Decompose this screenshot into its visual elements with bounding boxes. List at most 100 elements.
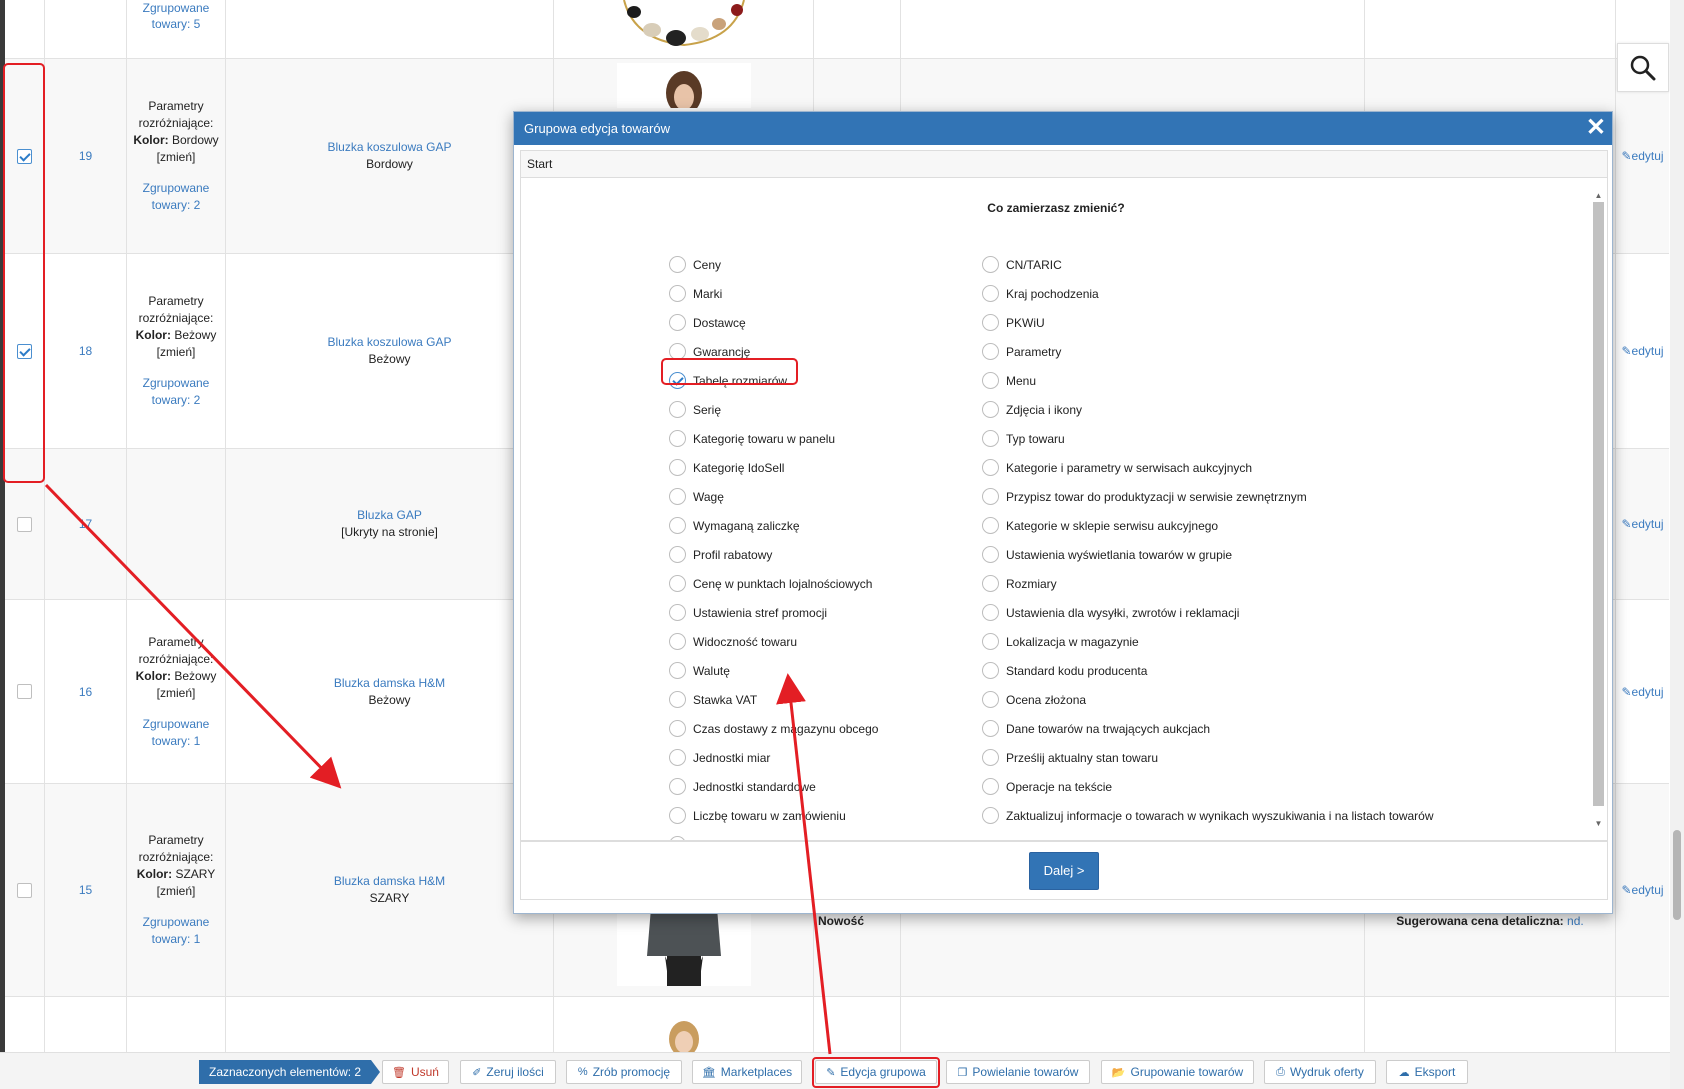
modal-scrollbar[interactable]: ▲ ▼ <box>1592 190 1605 830</box>
radio-button[interactable] <box>669 314 686 331</box>
print-offer-button[interactable]: ⎙ Wydruk oferty <box>1264 1060 1376 1084</box>
option-item[interactable]: Wymaganą zaliczkę <box>669 511 878 540</box>
radio-button[interactable] <box>669 430 686 447</box>
option-item[interactable]: Operacje na tekście <box>982 772 1434 801</box>
row-checkbox[interactable] <box>17 516 32 532</box>
create-promotion-button[interactable]: % Zrób promocję <box>566 1060 682 1084</box>
radio-button[interactable] <box>982 546 999 563</box>
page-scrollbar[interactable] <box>1670 0 1684 1089</box>
suggested-price-value[interactable]: nd. <box>1567 914 1584 928</box>
option-item[interactable]: Dostawcę <box>669 308 878 337</box>
radio-button[interactable] <box>982 430 999 447</box>
product-id-link[interactable]: 17 <box>79 517 92 531</box>
option-item[interactable]: Kategorię IdoSell <box>669 453 878 482</box>
export-button[interactable]: ☁ Eksport <box>1386 1060 1468 1084</box>
option-item[interactable]: Dane towarów na trwających aukcjach <box>982 714 1434 743</box>
scroll-up-icon[interactable]: ▲ <box>1592 190 1605 202</box>
product-name-link[interactable]: Bluzka koszulowa GAP <box>327 139 451 156</box>
option-item[interactable]: Sumowanie towaru w koszyku <box>669 830 878 840</box>
close-icon[interactable]: ✕ <box>1586 115 1606 141</box>
grouped-link[interactable]: Zgrupowane towary: 1 <box>141 914 211 948</box>
radio-button[interactable] <box>982 372 999 389</box>
radio-button[interactable] <box>982 285 999 302</box>
grouped-link[interactable]: Zgrupowane towary: 2 <box>141 180 211 214</box>
edit-link[interactable]: ✎edytuj <box>1621 685 1663 699</box>
radio-button[interactable] <box>669 575 686 592</box>
group-products-button[interactable]: 📂 Grupowanie towarów <box>1101 1060 1254 1084</box>
radio-button[interactable] <box>982 778 999 795</box>
radio-button[interactable] <box>669 749 686 766</box>
radio-button[interactable] <box>982 517 999 534</box>
change-link[interactable]: [zmień] <box>157 344 196 361</box>
radio-button[interactable] <box>669 546 686 563</box>
radio-button[interactable] <box>982 256 999 273</box>
next-button[interactable]: Dalej > <box>1029 851 1099 890</box>
radio-button[interactable] <box>669 256 686 273</box>
option-item[interactable]: Kategorie i parametry w serwisach aukcyj… <box>982 453 1434 482</box>
radio-button[interactable] <box>669 401 686 418</box>
radio-button[interactable] <box>669 459 686 476</box>
option-item[interactable]: Widoczność towaru <box>669 627 878 656</box>
radio-button[interactable] <box>982 662 999 679</box>
marketplaces-button[interactable]: 🏛 Marketplaces <box>692 1060 802 1084</box>
radio-button[interactable] <box>669 807 686 824</box>
product-name-link[interactable]: Bluzka damska H&M <box>334 873 445 890</box>
radio-button[interactable] <box>982 488 999 505</box>
row-checkbox[interactable] <box>17 684 32 699</box>
radio-button[interactable] <box>982 691 999 708</box>
radio-button[interactable] <box>982 343 999 360</box>
edit-link[interactable]: ✎edytuj <box>1621 517 1663 531</box>
option-item[interactable]: Standard kodu producenta <box>982 656 1434 685</box>
option-item[interactable]: Kategorie w sklepie serwisu aukcyjnego <box>982 511 1434 540</box>
product-id-link[interactable]: 19 <box>79 149 92 163</box>
option-item[interactable]: Parametry <box>982 337 1434 366</box>
option-item[interactable]: Wagę <box>669 482 878 511</box>
option-item[interactable]: Marki <box>669 279 878 308</box>
scroll-down-icon[interactable]: ▼ <box>1592 818 1605 830</box>
option-item[interactable]: Jednostki standardowe <box>669 772 878 801</box>
reset-quantities-button[interactable]: ✐ Zeruj ilości <box>460 1060 556 1084</box>
radio-button[interactable] <box>669 604 686 621</box>
radio-button[interactable] <box>982 720 999 737</box>
radio-button[interactable] <box>669 662 686 679</box>
change-link[interactable]: [zmień] <box>157 685 196 702</box>
grouped-link[interactable]: Zgrupowane towary: 2 <box>141 375 211 409</box>
option-item[interactable]: Stawka VAT <box>669 685 878 714</box>
radio-button[interactable] <box>669 720 686 737</box>
edit-link[interactable]: ✎edytuj <box>1621 149 1663 163</box>
radio-button[interactable] <box>982 807 999 824</box>
option-item[interactable]: Lokalizacja w magazynie <box>982 627 1434 656</box>
option-item[interactable]: Przypisz towar do produktyzacji w serwis… <box>982 482 1434 511</box>
edit-link[interactable]: ✎edytuj <box>1621 344 1663 358</box>
radio-button[interactable] <box>982 401 999 418</box>
radio-button[interactable] <box>982 633 999 650</box>
option-item[interactable]: Ceny <box>669 250 878 279</box>
option-item[interactable]: PKWiU <box>982 308 1434 337</box>
radio-button[interactable] <box>982 459 999 476</box>
option-item[interactable]: Menu <box>982 366 1434 395</box>
product-id-link[interactable]: 15 <box>79 883 92 897</box>
option-item[interactable]: Cenę w punktach lojalnościowych <box>669 569 878 598</box>
row-checkbox[interactable] <box>17 882 32 898</box>
radio-button[interactable] <box>669 285 686 302</box>
option-item[interactable]: Ustawienia wyświetlania towarów w grupie <box>982 540 1434 569</box>
option-item[interactable]: Profil rabatowy <box>669 540 878 569</box>
grouped-link[interactable]: Zgrupowane towary: 1 <box>141 716 211 750</box>
radio-button[interactable] <box>982 575 999 592</box>
change-link[interactable]: [zmień] <box>157 149 196 166</box>
radio-button[interactable] <box>669 691 686 708</box>
product-name-link[interactable]: Bluzka damska H&M <box>334 675 445 692</box>
product-name-link[interactable]: Bluzka koszulowa GAP <box>327 334 451 351</box>
option-item[interactable]: Rozmiary <box>982 569 1434 598</box>
radio-button[interactable] <box>669 488 686 505</box>
product-name-link[interactable]: Bluzka GAP <box>357 507 422 524</box>
radio-button[interactable] <box>669 633 686 650</box>
radio-button[interactable] <box>669 517 686 534</box>
product-id-link[interactable]: 18 <box>79 344 92 358</box>
scrollbar-thumb[interactable] <box>1673 830 1681 920</box>
product-id-link[interactable]: 16 <box>79 685 92 699</box>
option-item[interactable]: Ustawienia stref promocji <box>669 598 878 627</box>
tab-start[interactable]: Start <box>527 157 552 171</box>
option-item[interactable]: Ustawienia dla wysyłki, zwrotów i reklam… <box>982 598 1434 627</box>
option-item[interactable]: Ocena złożona <box>982 685 1434 714</box>
